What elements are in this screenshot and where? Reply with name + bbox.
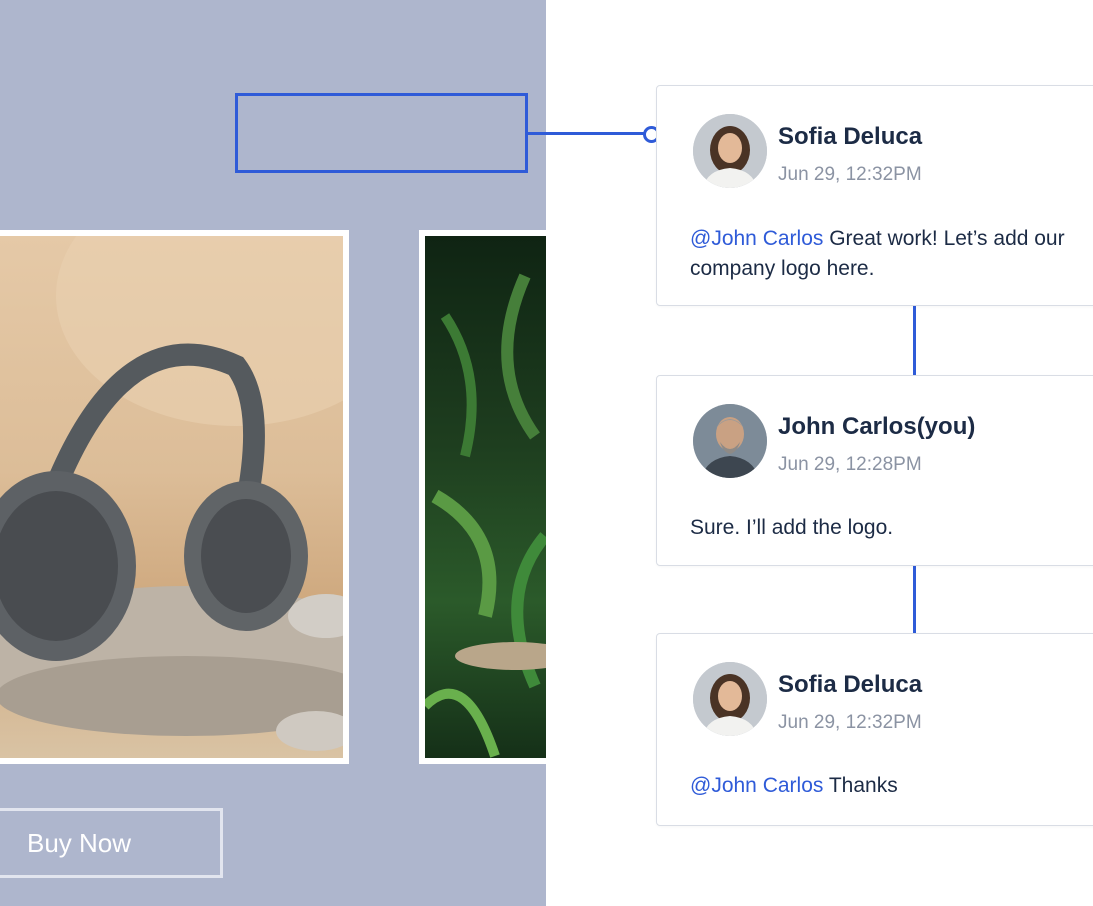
comment-author: Sofia Deluca: [778, 123, 923, 150]
logo-placeholder-selection[interactable]: [235, 93, 528, 173]
avatar[interactable]: [693, 114, 767, 188]
buy-now-label: Buy Now: [27, 827, 132, 858]
comment-message: @John Carlos Great work! Let’s add our c…: [690, 224, 1093, 284]
buy-now-button[interactable]: Buy Now: [0, 808, 223, 878]
comment-card[interactable]: Sofia Deluca Jun 29, 12:32PM @John Carlo…: [656, 633, 1093, 826]
mention-link[interactable]: @John Carlos: [690, 227, 823, 250]
headphones-product-image[interactable]: [0, 230, 349, 764]
comment-message: Sure. I’ll add the logo.: [690, 513, 1093, 543]
comment-message: @John Carlos Thanks: [690, 771, 1093, 801]
comment-text: Thanks: [823, 774, 898, 797]
avatar[interactable]: [693, 404, 767, 478]
comment-card[interactable]: John Carlos(you) Jun 29, 12:28PM Sure. I…: [656, 375, 1093, 566]
mention-link[interactable]: @John Carlos: [690, 774, 823, 797]
avatar[interactable]: [693, 662, 767, 736]
comment-text: Sure. I’ll add the logo.: [690, 516, 894, 539]
comment-timestamp: Jun 29, 12:32PM: [778, 712, 922, 733]
comment-timestamp: Jun 29, 12:32PM: [778, 164, 922, 185]
comment-author: Sofia Deluca: [778, 671, 923, 698]
comment-card[interactable]: Sofia Deluca Jun 29, 12:32PM @John Carlo…: [656, 85, 1093, 306]
comment-connector-line: [528, 132, 650, 135]
thread-line: [913, 306, 916, 375]
plants-product-image[interactable]: [419, 230, 546, 764]
thread-line: [913, 566, 916, 633]
comment-author: John Carlos(you): [778, 413, 976, 440]
comment-timestamp: Jun 29, 12:28PM: [778, 454, 922, 475]
